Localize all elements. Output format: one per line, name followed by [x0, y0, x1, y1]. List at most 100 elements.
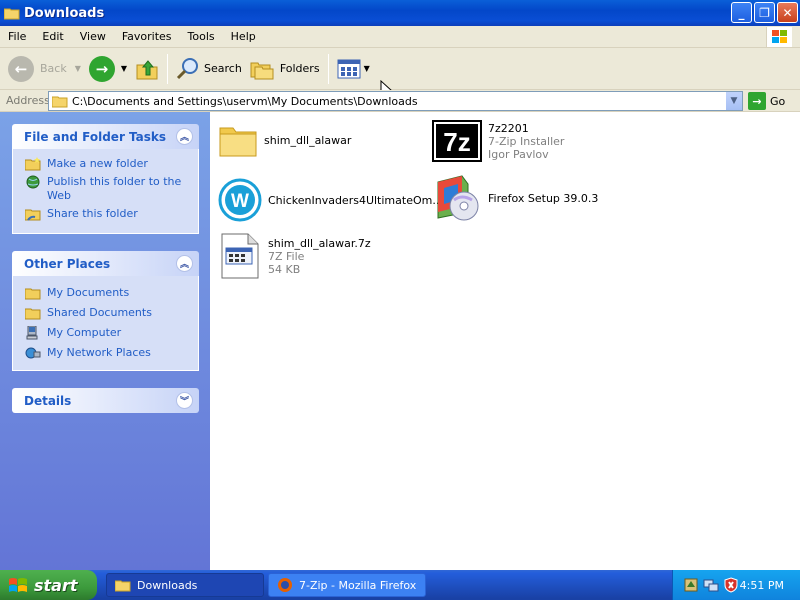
folder-icon — [219, 127, 257, 157]
views-icon — [337, 59, 361, 78]
taskbar: start Downloads 7-Zip - Mozilla Firefox … — [0, 570, 800, 600]
file-name: ChickenInvaders4UltimateOm... — [268, 193, 443, 207]
up-folder-icon — [136, 59, 158, 79]
back-arrow-icon: ← — [8, 55, 34, 82]
start-label: start — [34, 575, 78, 595]
panel-title: File and Folder Tasks — [24, 129, 167, 144]
windows-logo-icon — [766, 27, 792, 47]
search-icon — [176, 57, 199, 79]
other-places-header[interactable]: Other Places ︽ — [12, 251, 199, 276]
system-tray: 4:51 PM — [672, 570, 800, 600]
file-publisher: Igor Pavlov — [488, 147, 549, 161]
place-label: My Computer — [47, 326, 122, 339]
computer-icon — [26, 326, 38, 340]
archive-file-icon — [221, 233, 259, 279]
my-documents-link[interactable]: My Documents — [25, 286, 188, 300]
menu-tools[interactable]: Tools — [180, 30, 223, 43]
file-name: shim_dll_alawar.7z — [268, 236, 371, 250]
my-computer-link[interactable]: My Computer — [25, 326, 188, 340]
file-type: 7-Zip Installer — [488, 134, 565, 148]
folder-icon — [25, 308, 41, 320]
menu-view[interactable]: View — [72, 30, 114, 43]
place-label: My Network Places — [47, 346, 151, 359]
clock: 4:51 PM — [739, 578, 784, 592]
go-button[interactable]: → Go — [748, 92, 785, 110]
up-folder-button[interactable] — [131, 52, 163, 86]
file-size: 54 KB — [268, 262, 301, 276]
taskbar-item-label: Downloads — [137, 578, 198, 592]
collapse-icon[interactable]: ︽ — [176, 255, 193, 272]
maximize-button[interactable]: ❐ — [754, 2, 775, 23]
windows-flag-icon — [9, 578, 27, 592]
taskbar-item-label: 7-Zip - Mozilla Firefox — [299, 578, 417, 592]
network-tray-icon[interactable] — [703, 577, 719, 593]
folder-icon — [4, 8, 20, 19]
start-button[interactable]: start — [0, 570, 97, 600]
tray-app-icon[interactable] — [683, 577, 699, 593]
forward-button[interactable]: → ▼ — [85, 52, 131, 86]
file-item[interactable]: shim_dll_alawar — [218, 122, 351, 158]
panel-title: Other Places — [24, 256, 111, 271]
expand-icon[interactable]: ︾ — [176, 392, 193, 409]
task-label: Make a new folder — [47, 157, 148, 170]
address-input[interactable]: C:\Documents and Settings\uservm\My Docu… — [48, 91, 743, 111]
chevron-down-icon[interactable]: ▼ — [75, 64, 81, 73]
share-folder-icon — [25, 209, 41, 221]
menu-favorites[interactable]: Favorites — [114, 30, 180, 43]
svg-text:W: W — [231, 191, 249, 212]
taskbar-item-firefox[interactable]: 7-Zip - Mozilla Firefox — [268, 573, 426, 597]
publish-folder-web-link[interactable]: Publish this folder to the Web — [25, 175, 188, 203]
address-bar: Address C:\Documents and Settings\uservm… — [0, 90, 800, 112]
views-button[interactable]: ▼ — [333, 52, 374, 86]
folder-icon — [25, 288, 41, 300]
menu-help[interactable]: Help — [223, 30, 264, 43]
firefox-icon — [278, 578, 292, 592]
task-label: Publish this folder to the Web — [47, 175, 182, 202]
make-new-folder-link[interactable]: Make a new folder — [25, 157, 188, 171]
folder-icon — [115, 580, 131, 591]
my-network-places-link[interactable]: My Network Places — [25, 346, 188, 360]
menu-bar: File Edit View Favorites Tools Help — [0, 26, 800, 48]
minimize-button[interactable]: _ — [731, 2, 752, 23]
wildtangent-icon: W — [218, 178, 262, 222]
file-item[interactable]: 7z 7z2201 7-Zip Installer Igor Pavlov — [432, 120, 564, 162]
panel-title: Details — [24, 393, 72, 408]
address-value: C:\Documents and Settings\uservm\My Docu… — [72, 94, 418, 108]
shared-documents-link[interactable]: Shared Documents — [25, 306, 188, 320]
globe-icon — [26, 175, 40, 189]
security-shield-icon[interactable] — [723, 577, 739, 593]
other-places-panel: Other Places ︽ My Documents Shared Docum… — [12, 251, 199, 371]
file-folder-tasks-panel: File and Folder Tasks ︽ Make a new folde… — [12, 124, 199, 234]
file-name: shim_dll_alawar — [264, 133, 352, 147]
file-folder-tasks-header[interactable]: File and Folder Tasks ︽ — [12, 124, 199, 149]
file-name: Firefox Setup 39.0.3 — [488, 191, 599, 205]
file-list-area: shim_dll_alawar 7z 7z2201 7-Zip Installe… — [210, 112, 800, 570]
address-label: Address — [6, 94, 50, 107]
address-dropdown-button[interactable]: ▼ — [725, 92, 742, 110]
collapse-icon[interactable]: ︽ — [176, 128, 193, 145]
file-item[interactable]: W ChickenInvaders4UltimateOm... — [218, 178, 443, 222]
window-title: Downloads — [24, 5, 105, 21]
file-item[interactable]: Firefox Setup 39.0.3 — [432, 174, 598, 222]
title-bar: Downloads _ ❐ ✕ — [0, 0, 800, 26]
close-button[interactable]: ✕ — [777, 2, 798, 23]
back-button[interactable]: ← Back ▼ — [0, 52, 85, 86]
search-button[interactable]: Search — [172, 52, 246, 86]
toolbar: ← Back ▼ → ▼ Search Folders ▼ — [0, 48, 800, 100]
place-label: Shared Documents — [47, 306, 152, 319]
installer-cd-icon — [437, 175, 479, 221]
file-item[interactable]: shim_dll_alawar.7z 7Z File 54 KB — [218, 232, 371, 280]
7zip-icon: 7z — [432, 120, 482, 162]
details-header[interactable]: Details ︾ — [12, 388, 199, 413]
folder-icon — [52, 96, 68, 107]
file-name: 7z2201 — [488, 121, 529, 135]
menu-edit[interactable]: Edit — [34, 30, 71, 43]
chevron-down-icon[interactable]: ▼ — [121, 64, 127, 73]
taskbar-item-downloads[interactable]: Downloads — [106, 573, 264, 597]
back-label: Back — [40, 62, 67, 75]
place-label: My Documents — [47, 286, 130, 299]
file-type: 7Z File — [268, 249, 305, 263]
folders-button[interactable]: Folders — [246, 52, 324, 86]
share-folder-link[interactable]: Share this folder — [25, 207, 188, 221]
menu-file[interactable]: File — [0, 30, 34, 43]
